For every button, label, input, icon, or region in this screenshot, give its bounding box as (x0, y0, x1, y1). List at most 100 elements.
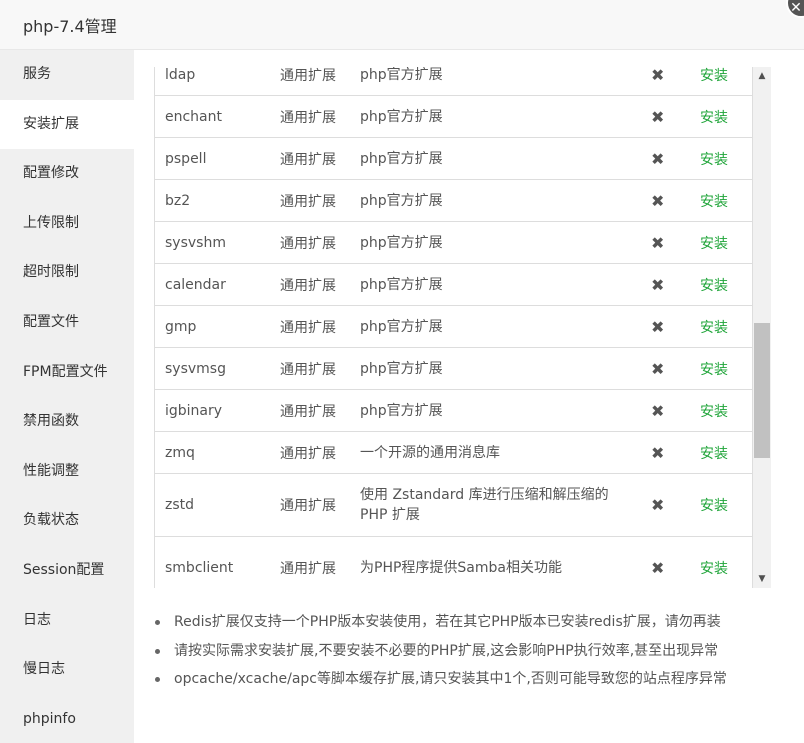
table-row: gmp 通用扩展 php官方扩展 安装 ✖ (155, 305, 752, 347)
extension-name: sysvmsg (165, 360, 226, 377)
extension-name: zstd (165, 497, 195, 513)
table-row: sysvmsg 通用扩展 php官方扩展 安装 ✖ (155, 347, 752, 389)
sidebar-item[interactable]: 禁用函数 (0, 397, 134, 447)
extensions-table: ldap 通用扩展 php官方扩展 安装 ✖ enchant 通用扩展 php官方扩展 安装 ✖ p… (154, 67, 753, 588)
table-row: enchant 通用扩展 php官方扩展 安装 ✖ (155, 95, 752, 137)
cross-icon: ✖ (651, 401, 665, 420)
extension-description: php官方扩展 (360, 360, 443, 377)
cross-icon: ✖ (651, 149, 665, 168)
extension-description: 使用 Zstandard 库进行压缩和解压缩的PHP 扩展 (360, 487, 609, 523)
extension-description: php官方扩展 (360, 402, 443, 419)
extension-name: calendar (165, 276, 226, 293)
cross-icon: ✖ (651, 558, 665, 578)
extension-description: php官方扩展 (360, 192, 443, 209)
table-row: smbclient 通用扩展 为PHP程序提供Samba相关功能 安装 ✖ (155, 536, 752, 588)
extension-name: igbinary (165, 402, 223, 419)
extension-description: 为PHP程序提供Samba相关功能 (360, 560, 562, 576)
extension-type: 通用扩展 (280, 277, 336, 294)
notes-list: Redis扩展仅支持一个PHP版本安装使用，若在其它PHP版本已安装redis扩… (154, 610, 794, 696)
install-link[interactable]: 安装 (700, 191, 728, 211)
extension-name: smbclient (165, 560, 234, 576)
note-item: Redis扩展仅支持一个PHP版本安装使用，若在其它PHP版本已安装redis扩… (154, 610, 794, 639)
extension-name: bz2 (165, 192, 191, 209)
table-row: ldap 通用扩展 php官方扩展 安装 ✖ (155, 67, 752, 95)
sidebar-item[interactable]: FPM配置文件 (0, 348, 134, 398)
extension-name: ldap (165, 67, 196, 83)
extension-description: php官方扩展 (360, 108, 443, 125)
cross-icon: ✖ (651, 443, 665, 462)
extension-type: 通用扩展 (280, 498, 336, 514)
cross-icon: ✖ (651, 359, 665, 378)
cross-icon: ✖ (651, 191, 665, 210)
sidebar-item[interactable]: phpinfo (0, 695, 134, 743)
extension-description: php官方扩展 (360, 67, 443, 83)
note-item: opcache/xcache/apc等脚本缓存扩展,请只安装其中1个,否则可能导… (154, 667, 794, 696)
sidebar-item[interactable]: Session配置 (0, 546, 134, 596)
extension-description: php官方扩展 (360, 150, 443, 167)
extension-type: 通用扩展 (280, 67, 336, 84)
table-row: pspell 通用扩展 php官方扩展 安装 ✖ (155, 137, 752, 179)
install-link[interactable]: 安装 (700, 233, 728, 253)
extension-name: enchant (165, 108, 222, 125)
cross-icon: ✖ (651, 107, 665, 126)
extension-type: 通用扩展 (280, 151, 336, 168)
sidebar-item[interactable]: 配置文件 (0, 298, 134, 348)
sidebar-item[interactable]: 负载状态 (0, 496, 134, 546)
install-link[interactable]: 安装 (700, 359, 728, 379)
install-link[interactable]: 安装 (700, 275, 728, 295)
extension-description: php官方扩展 (360, 276, 443, 293)
extension-type: 通用扩展 (280, 361, 336, 378)
extension-type: 通用扩展 (280, 445, 336, 462)
note-item: 请按实际需求安装扩展,不要安装不必要的PHP扩展,这会影响PHP执行效率,甚至出… (154, 639, 794, 668)
install-link[interactable]: 安装 (700, 107, 728, 127)
sidebar-item[interactable]: 超时限制 (0, 248, 134, 298)
scroll-up-arrow-icon[interactable]: ▲ (753, 67, 771, 85)
cross-icon: ✖ (651, 317, 665, 336)
extension-name: gmp (165, 318, 197, 335)
extension-name: zmq (165, 444, 195, 461)
install-link[interactable]: 安装 (700, 558, 728, 578)
install-link[interactable]: 安装 (700, 67, 728, 85)
table-row: sysvshm 通用扩展 php官方扩展 安装 ✖ (155, 221, 752, 263)
cross-icon: ✖ (651, 275, 665, 294)
title-bar: php-7.4管理 (0, 0, 804, 50)
install-link[interactable]: 安装 (700, 149, 728, 169)
table-row: calendar 通用扩展 php官方扩展 安装 ✖ (155, 263, 752, 305)
scroll-down-arrow-icon[interactable]: ▼ (753, 570, 771, 588)
table-row: zstd 通用扩展 使用 Zstandard 库进行压缩和解压缩的PHP 扩展 安装 ✖ (155, 473, 752, 536)
cross-icon: ✖ (651, 495, 665, 515)
extension-type: 通用扩展 (280, 109, 336, 126)
sidebar: 服务 安装扩展 配置修改 上传限制 超时限制 配置文件 FPM配置文件 禁用函数 性能调整 负载状… (0, 50, 134, 743)
extension-description: php官方扩展 (360, 234, 443, 251)
sidebar-item[interactable]: 安装扩展 (0, 99, 134, 150)
extension-description: 一个开源的通用消息库 (360, 444, 500, 461)
extension-type: 通用扩展 (280, 403, 336, 420)
extension-name: sysvshm (165, 234, 226, 251)
extension-type: 通用扩展 (280, 561, 336, 577)
extension-type: 通用扩展 (280, 319, 336, 336)
table-row: zmq 通用扩展 一个开源的通用消息库 安装 ✖ (155, 431, 752, 473)
sidebar-item[interactable]: 上传限制 (0, 199, 134, 249)
close-icon: ✕ (790, 0, 802, 16)
sidebar-item[interactable]: 配置修改 (0, 149, 134, 199)
extensions-table-body: ldap 通用扩展 php官方扩展 安装 ✖ enchant 通用扩展 php官方扩展 安装 ✖ p… (155, 67, 752, 588)
sidebar-item[interactable]: 日志 (0, 596, 134, 646)
sidebar-item[interactable]: 服务 (0, 50, 134, 100)
extension-type: 通用扩展 (280, 235, 336, 252)
window-title: php-7.4管理 (23, 17, 117, 36)
install-link[interactable]: 安装 (700, 401, 728, 421)
sidebar-item[interactable]: 性能调整 (0, 447, 134, 497)
cross-icon: ✖ (651, 67, 665, 84)
install-link[interactable]: 安装 (700, 443, 728, 463)
table-row: igbinary 通用扩展 php官方扩展 安装 ✖ (155, 389, 752, 431)
sidebar-item[interactable]: 慢日志 (0, 645, 134, 695)
cross-icon: ✖ (651, 233, 665, 252)
install-link[interactable]: 安装 (700, 495, 728, 515)
extension-name: pspell (165, 150, 207, 167)
extension-type: 通用扩展 (280, 193, 336, 210)
table-row: bz2 通用扩展 php官方扩展 安装 ✖ (155, 179, 752, 221)
table-scrollbar[interactable]: ▲ ▼ (753, 67, 771, 588)
install-link[interactable]: 安装 (700, 317, 728, 337)
scrollbar-thumb[interactable] (754, 323, 770, 458)
extension-description: php官方扩展 (360, 318, 443, 335)
